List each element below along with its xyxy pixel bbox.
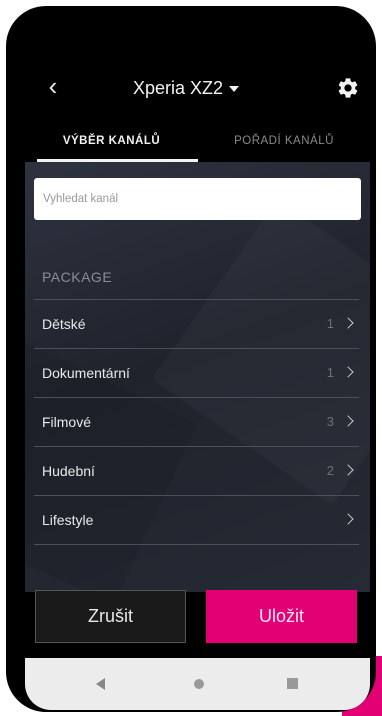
side-button <box>9 246 15 298</box>
category-label: Lifestyle <box>42 512 94 528</box>
tab-channel-selection[interactable]: VÝBĚR KANÁLŮ <box>25 122 198 160</box>
category-label: Dokumentární <box>42 365 130 381</box>
list-item[interactable]: Lifestyle <box>34 496 359 545</box>
category-count: 1 <box>326 365 334 380</box>
category-label: Hudební <box>42 463 95 479</box>
category-count: 3 <box>326 414 334 429</box>
app-screen: ‹ Xperia XZ2 VÝBĚR KANÁLŮ POŘADÍ KANÁLŮ … <box>25 42 370 710</box>
category-count: 2 <box>326 463 334 478</box>
list-item[interactable]: Dětské 1 <box>34 300 359 349</box>
category-label: Dětské <box>42 316 86 332</box>
search-input[interactable] <box>34 178 361 220</box>
chevron-left-icon[interactable]: ‹ <box>41 73 65 99</box>
list-item[interactable]: Hudební 2 <box>34 447 359 496</box>
phone-frame: ‹ Xperia XZ2 VÝBĚR KANÁLŮ POŘADÍ KANÁLŮ … <box>6 6 376 712</box>
side-button <box>9 184 15 236</box>
nav-back-icon[interactable] <box>96 678 105 690</box>
gear-icon[interactable] <box>336 76 360 100</box>
cancel-button[interactable]: Zrušit <box>35 590 186 643</box>
category-count: 1 <box>326 316 334 331</box>
tab-channel-order[interactable]: POŘADÍ KANÁLŮ <box>198 122 370 160</box>
chevron-right-icon <box>342 513 354 525</box>
list-item[interactable]: Filmové 3 <box>34 398 359 447</box>
system-nav-bar <box>25 658 370 710</box>
chevron-right-icon <box>342 317 354 329</box>
caret-down-icon <box>229 86 240 92</box>
device-selector[interactable]: Xperia XZ2 <box>133 76 273 100</box>
device-title: Xperia XZ2 <box>133 77 224 98</box>
chevron-right-icon <box>342 366 354 378</box>
channel-panel: PACKAGE Dětské 1 Dokumentární 1 Filmové … <box>25 162 370 592</box>
category-label: Filmové <box>42 414 92 430</box>
side-button <box>9 124 15 160</box>
nav-home-icon[interactable] <box>194 679 204 689</box>
nav-recent-icon[interactable] <box>287 678 298 689</box>
channel-tabs: VÝBĚR KANÁLŮ POŘADÍ KANÁLŮ <box>25 122 370 162</box>
list-item[interactable]: Dokumentární 1 <box>34 349 359 398</box>
chevron-right-icon <box>342 415 354 427</box>
category-list: Dětské 1 Dokumentární 1 Filmové 3 Hudebn… <box>34 299 359 545</box>
package-header: PACKAGE <box>42 269 113 285</box>
chevron-right-icon <box>342 464 354 476</box>
save-button[interactable]: Uložit <box>206 590 357 643</box>
